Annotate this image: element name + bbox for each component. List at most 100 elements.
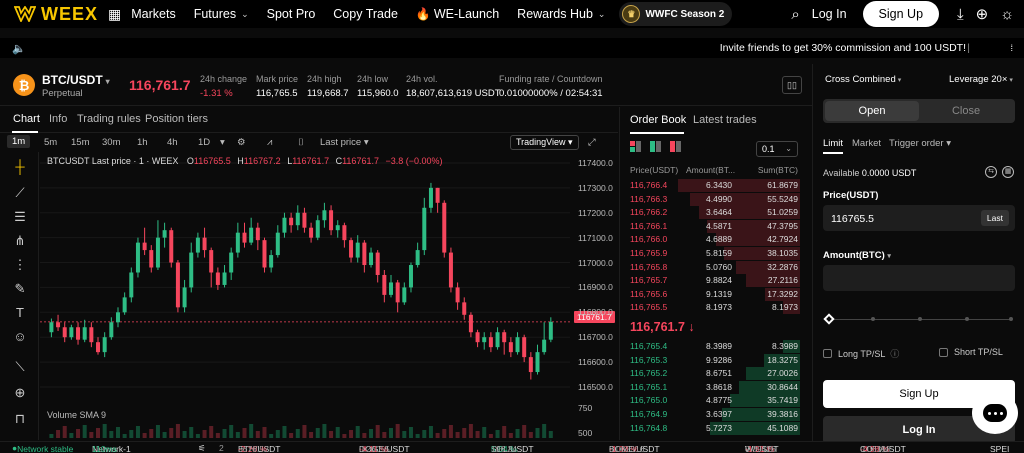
tab-info[interactable]: Info — [49, 113, 67, 125]
chat-support-button[interactable] — [972, 392, 1018, 434]
ask-row[interactable]: 116,765.8 5.0760 32.2876 — [620, 260, 810, 274]
bid-row[interactable]: 116,765.3 9.9286 18.3275 — [620, 353, 810, 367]
candle-body[interactable] — [209, 250, 214, 273]
timeframe-1d[interactable]: 1D — [198, 137, 210, 148]
tab-position-tiers[interactable]: Position tiers — [145, 113, 208, 125]
book-asks-icon[interactable] — [670, 141, 682, 157]
ask-row[interactable]: 116,766.4 6.3430 61.8679 — [620, 179, 810, 192]
book-bids-icon[interactable] — [650, 141, 662, 157]
candle-body[interactable] — [282, 217, 287, 233]
candle-body[interactable] — [528, 357, 533, 373]
candle-body[interactable] — [548, 321, 553, 340]
pair-selector[interactable]: BTC/USDT ▾ — [42, 73, 110, 87]
short-tpsl-checkbox[interactable]: Short TP/SL — [939, 347, 1003, 357]
candle-body[interactable] — [302, 212, 307, 228]
candle-body[interactable] — [389, 282, 394, 295]
leverage-select[interactable]: Leverage 20× ▾ — [949, 74, 1013, 85]
ask-row[interactable]: 116,766.0 4.6889 42.7924 — [620, 233, 810, 247]
slider-stop[interactable] — [1009, 317, 1013, 321]
candle-body[interactable] — [102, 337, 107, 353]
ask-row[interactable]: 116,765.9 5.8159 38.1035 — [620, 247, 810, 260]
candle-body[interactable] — [242, 232, 247, 243]
candle-body[interactable] — [442, 202, 447, 253]
settings-icon[interactable]: ⚙ — [237, 137, 246, 148]
login-link[interactable]: Log In — [812, 7, 847, 21]
timeframe-1h[interactable]: 1h — [137, 137, 148, 148]
candle-body[interactable] — [375, 252, 380, 275]
candle-body[interactable] — [115, 312, 120, 323]
price-chart[interactable]: BTCUSDT Last price · 1 · WEEX O116765.5 … — [40, 152, 615, 440]
candle-body[interactable] — [76, 327, 81, 340]
candle-body[interactable] — [408, 265, 413, 288]
candle-body[interactable] — [135, 242, 140, 273]
candle-body[interactable] — [222, 272, 227, 285]
lock-icon[interactable]: ⊓ — [11, 410, 29, 428]
signup-button[interactable]: Sign Up — [862, 1, 940, 27]
candle-body[interactable] — [249, 227, 254, 243]
order-type-market[interactable]: Market — [852, 138, 881, 149]
candle-body[interactable] — [235, 232, 240, 253]
price-input[interactable]: 116765.5 Last — [823, 205, 1015, 231]
slider-stop[interactable] — [871, 317, 875, 321]
ruler-icon[interactable]: ⟍ — [11, 358, 29, 376]
amount-label[interactable]: Amount(BTC) ▾ — [823, 250, 891, 261]
bid-row[interactable]: 116,764.8 5.7273 45.1089 — [620, 421, 810, 435]
text-icon[interactable]: T — [11, 304, 29, 322]
candle-body[interactable] — [369, 252, 374, 266]
long-tpsl-checkbox[interactable]: Long TP/SL ⓘ — [823, 347, 899, 360]
candle-body[interactable] — [295, 212, 300, 226]
chevron-down-icon[interactable]: ▾ — [220, 137, 225, 148]
candle-body[interactable] — [255, 227, 260, 241]
fullscreen-icon[interactable]: ⤢ — [588, 137, 596, 148]
amount-slider[interactable] — [823, 313, 1013, 326]
candlestick-chart[interactable] — [40, 152, 615, 440]
candle-body[interactable] — [96, 342, 101, 353]
candle-body[interactable] — [542, 339, 547, 353]
ask-row[interactable]: 116,765.6 9.1319 17.3292 — [620, 287, 810, 301]
last-price-button[interactable]: Last — [980, 210, 1009, 226]
candle-body[interactable] — [462, 302, 467, 315]
crosshair-icon[interactable]: ┼ — [11, 158, 29, 176]
nav-copy-trade[interactable]: Copy Trade — [333, 7, 398, 21]
candle-body[interactable] — [402, 287, 407, 303]
candle-body[interactable] — [56, 322, 61, 328]
candle-body[interactable] — [149, 250, 154, 268]
theme-icon[interactable]: ☼ — [1000, 6, 1014, 23]
amount-input[interactable] — [823, 265, 1015, 291]
candle-body[interactable] — [428, 187, 433, 208]
book-both-icon[interactable] — [630, 141, 642, 157]
candle-body[interactable] — [435, 187, 440, 203]
nav-we-launch[interactable]: 🔥 WE-Launch — [416, 7, 499, 21]
candle-body[interactable] — [182, 287, 187, 308]
bid-row[interactable]: 116,765.2 8.6751 27.0026 — [620, 367, 810, 381]
candle-body[interactable] — [502, 332, 507, 343]
order-type-trigger[interactable]: Trigger order ▾ — [889, 138, 951, 149]
candle-body[interactable] — [349, 240, 354, 258]
candle-body[interactable] — [455, 287, 460, 303]
grid-icon[interactable]: ▦ — [108, 6, 121, 23]
fib-icon[interactable]: ⋮ — [11, 256, 29, 274]
candle-body[interactable] — [362, 242, 367, 266]
candle-body[interactable] — [269, 255, 274, 268]
weex-logo[interactable]: WEEX — [14, 4, 98, 25]
candle-body[interactable] — [395, 282, 400, 303]
candle-body[interactable] — [162, 230, 167, 238]
candle-body[interactable] — [142, 242, 147, 251]
calculator-icon[interactable]: ▦ — [1002, 166, 1014, 178]
candle-body[interactable] — [155, 237, 160, 268]
candle-body[interactable] — [422, 207, 427, 251]
ask-row[interactable]: 116,766.1 4.5871 47.3795 — [620, 219, 810, 233]
ask-row[interactable]: 116,766.3 4.4990 55.5249 — [620, 192, 810, 206]
candle-body[interactable] — [129, 272, 134, 298]
candle-body[interactable] — [202, 237, 207, 251]
candle-body[interactable] — [508, 342, 513, 353]
horizontal-lines-icon[interactable]: ☰ — [11, 208, 29, 226]
tab-chart[interactable]: Chart — [13, 113, 40, 125]
timeframe-15m[interactable]: 15m — [71, 137, 89, 148]
search-icon[interactable]: ⌕ — [791, 6, 799, 23]
settings-slider-icon[interactable]: ⚟ — [198, 443, 206, 453]
candle-body[interactable] — [62, 327, 67, 338]
slider-stop[interactable] — [918, 317, 922, 321]
precision-select[interactable]: 0.1 ⌄ — [756, 141, 798, 157]
candle-body[interactable] — [215, 272, 220, 285]
